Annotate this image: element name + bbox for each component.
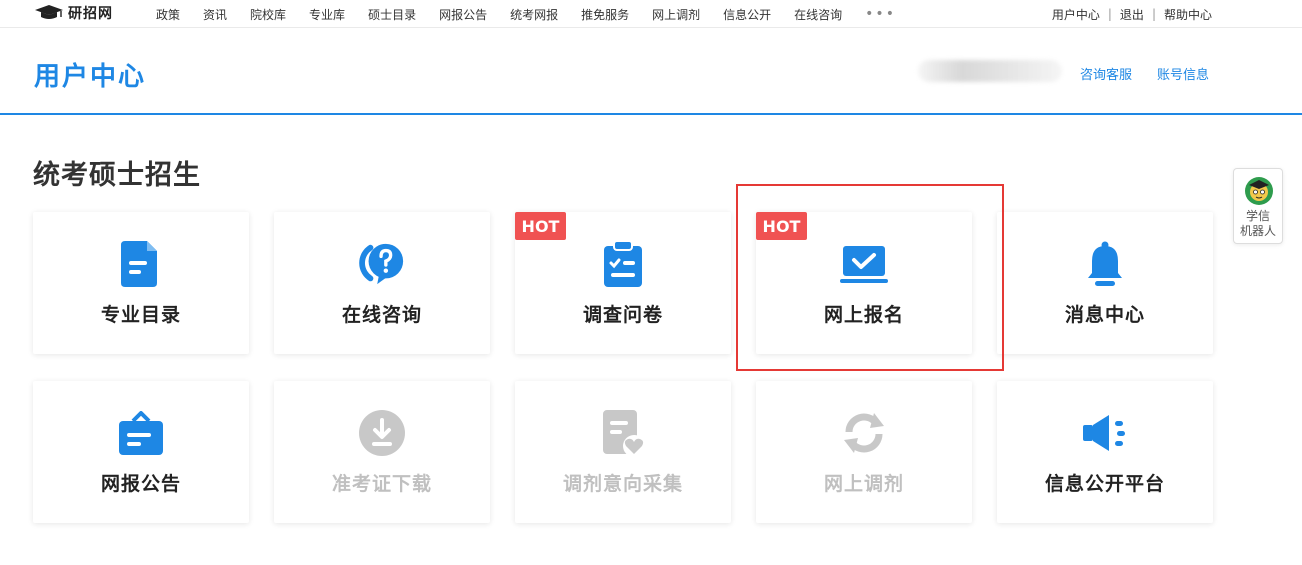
card-label: 消息中心 bbox=[1064, 304, 1145, 326]
card-registration-announcement[interactable]: 网报公告 bbox=[33, 381, 249, 523]
robot-avatar-icon bbox=[1245, 177, 1273, 205]
nav-item-consult[interactable]: 在线咨询 bbox=[794, 6, 842, 23]
robot-label-line2: 机器人 bbox=[1239, 224, 1276, 238]
nav-item-registration[interactable]: 统考网报 bbox=[510, 6, 558, 23]
separator: | bbox=[1107, 7, 1112, 21]
card-online-consult[interactable]: 在线咨询 bbox=[274, 212, 490, 354]
form-heart-icon bbox=[599, 409, 647, 457]
card-info-disclosure-platform[interactable]: 信息公开平台 bbox=[997, 381, 1213, 523]
highlight-box bbox=[736, 184, 1004, 371]
nav-item-catalog[interactable]: 硕士目录 bbox=[368, 6, 416, 23]
card-label: 调剂意向采集 bbox=[562, 473, 683, 495]
refresh-icon bbox=[840, 409, 888, 457]
document-icon bbox=[117, 240, 165, 288]
nav-item-policy[interactable]: 政策 bbox=[156, 6, 180, 23]
chat-question-icon bbox=[358, 240, 406, 288]
nav-item-disclosure[interactable]: 信息公开 bbox=[723, 6, 771, 23]
card-label: 在线咨询 bbox=[341, 304, 422, 326]
nav-item-adjustment[interactable]: 网上调剂 bbox=[652, 6, 700, 23]
logo-text: 研招网 bbox=[68, 6, 113, 22]
separator: | bbox=[1151, 7, 1156, 21]
bell-icon bbox=[1081, 240, 1129, 288]
section-title: 统考硕士招生 bbox=[33, 160, 201, 191]
briefcase-icon bbox=[117, 409, 165, 457]
clipboard-check-icon bbox=[599, 240, 647, 288]
page-header: 用户中心 咨询客服 账号信息 bbox=[0, 29, 1302, 115]
card-online-adjustment[interactable]: 网上调剂 bbox=[756, 381, 972, 523]
card-label: 网上调剂 bbox=[823, 473, 904, 495]
nav-item-announcement[interactable]: 网报公告 bbox=[439, 6, 487, 23]
card-label: 网报公告 bbox=[100, 473, 181, 495]
nav-item-news[interactable]: 资讯 bbox=[203, 6, 227, 23]
graduation-cap-icon bbox=[35, 5, 63, 19]
account-info-link[interactable]: 账号信息 bbox=[1157, 64, 1209, 83]
main-nav: 政策 资讯 院校库 专业库 硕士目录 网报公告 统考网报 推免服务 网上调剂 信… bbox=[156, 0, 919, 28]
card-message-center[interactable]: 消息中心 bbox=[997, 212, 1213, 354]
top-nav: 研招网 政策 资讯 院校库 专业库 硕士目录 网报公告 统考网报 推免服务 网上… bbox=[0, 0, 1302, 28]
download-icon bbox=[358, 409, 406, 457]
nav-item-exemption[interactable]: 推免服务 bbox=[581, 6, 629, 23]
consult-service-link[interactable]: 咨询客服 bbox=[1080, 64, 1132, 83]
robot-label-line1: 学信 bbox=[1245, 209, 1270, 223]
logout-link[interactable]: 退出 bbox=[1120, 6, 1144, 23]
nav-item-majors[interactable]: 专业库 bbox=[309, 6, 345, 23]
megaphone-icon bbox=[1081, 409, 1129, 457]
card-label: 准考证下载 bbox=[331, 473, 432, 495]
hot-badge: HOT bbox=[515, 212, 566, 240]
robot-label: 学信 机器人 bbox=[1234, 209, 1282, 239]
card-adjustment-intent[interactable]: 调剂意向采集 bbox=[515, 381, 731, 523]
help-center-link[interactable]: 帮助中心 bbox=[1164, 6, 1212, 23]
nav-item-schools[interactable]: 院校库 bbox=[250, 6, 286, 23]
user-center-link[interactable]: 用户中心 bbox=[1052, 6, 1100, 23]
site-logo[interactable]: 研招网 bbox=[34, 4, 113, 22]
card-admission-ticket-download[interactable]: 准考证下载 bbox=[274, 381, 490, 523]
card-survey[interactable]: HOT 调查问卷 bbox=[515, 212, 731, 354]
card-major-catalog[interactable]: 专业目录 bbox=[33, 212, 249, 354]
nav-more-button[interactable]: ••• bbox=[865, 6, 896, 22]
top-links: 用户中心 | 退出 | 帮助中心 bbox=[1052, 0, 1212, 28]
blurred-username bbox=[918, 60, 1062, 82]
card-label: 调查问卷 bbox=[582, 304, 663, 326]
card-label: 信息公开平台 bbox=[1044, 473, 1165, 495]
chat-robot-widget[interactable]: 学信 机器人 bbox=[1233, 168, 1283, 244]
page-title: 用户中心 bbox=[34, 62, 147, 92]
card-label: 专业目录 bbox=[100, 304, 181, 326]
